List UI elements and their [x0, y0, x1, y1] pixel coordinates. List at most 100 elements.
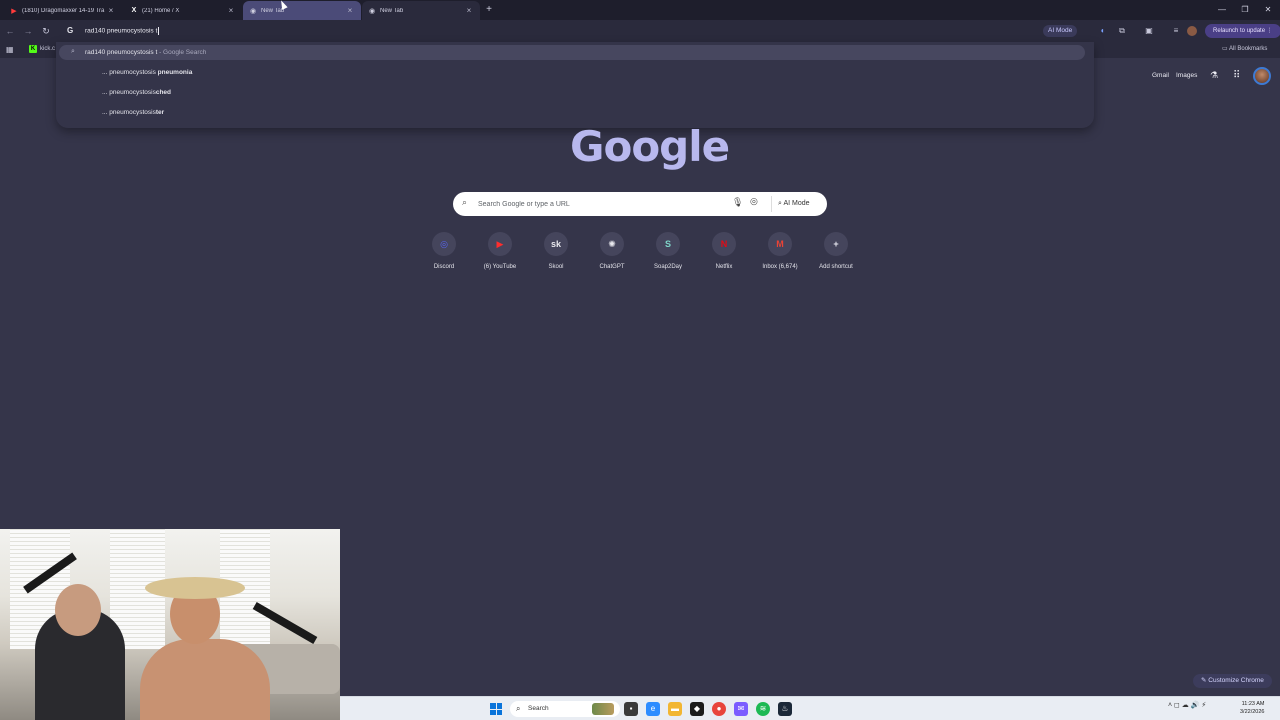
relaunch-label: Relaunch to update [1213, 28, 1266, 34]
tab-x-home[interactable]: X (21) Home / X × [124, 1, 242, 20]
steam-icon[interactable]: ♨ [778, 702, 792, 716]
suggestion-completion: pneumonia [157, 69, 193, 76]
shortcut-favicon-icon: ✺ [600, 232, 624, 256]
google-g-icon: G [67, 26, 74, 35]
messenger-icon[interactable]: ✉ [734, 702, 748, 716]
close-icon[interactable]: × [106, 6, 116, 15]
shortcut-tile[interactable]: S Soap2Day [640, 232, 696, 278]
search-input[interactable] [478, 196, 718, 212]
shortcut-tile[interactable]: ▶ (6) YouTube [472, 232, 528, 278]
task-view-icon[interactable]: ▪ [624, 702, 638, 716]
shortcut-favicon-icon: M [768, 232, 792, 256]
x-icon: X [131, 7, 137, 14]
tab-label: (21) Home / X [142, 7, 180, 14]
edge-icon[interactable]: e [646, 702, 660, 716]
shortcut-label: Skool [548, 264, 564, 270]
microphone-icon[interactable]: 🎙 [732, 197, 743, 208]
chrome-icon: ◉ [249, 7, 257, 15]
shortcut-label: ChatGPT [599, 264, 625, 270]
chrome-icon: ◉ [368, 7, 376, 15]
system-tray[interactable]: ˄ ◻ ☁ 🔊 ⚡ [1168, 701, 1206, 709]
side-panel-icon[interactable]: ▣ [1143, 25, 1155, 37]
windows-taskbar: ⌕ Search ▪ e ▬ ◆ ● ✉ ≋ ♨ ˄ ◻ ☁ 🔊 ⚡ 11:23 … [340, 696, 1280, 720]
search-box[interactable]: ⌕ 🎙 ◎ ⌕ AI Mode [453, 192, 827, 216]
spotify-icon[interactable]: ≋ [756, 702, 770, 716]
images-link[interactable]: Images [1176, 72, 1197, 79]
all-bookmarks[interactable]: ▭ All Bookmarks [1222, 45, 1267, 52]
apps-grid-icon[interactable]: ▦ [6, 45, 14, 54]
shortcut-label: (6) YouTube [483, 264, 517, 270]
taskbar-clock[interactable]: 11:23 AM 3/22/2026 [1240, 700, 1264, 716]
tab-new-tab-1[interactable]: ◉ New Tab × [243, 1, 361, 20]
chrome-taskbar-icon[interactable]: ● [712, 702, 726, 716]
add-icon: + [824, 232, 848, 256]
suggestion-prefix: ... pneumocystosis [102, 69, 158, 76]
bookmark-label: kick.c [40, 46, 55, 52]
shortcut-favicon-icon: N [712, 232, 736, 256]
tab-youtube[interactable]: ▶ (1810) Dragomaxxer 14-19 Tra × [4, 1, 122, 20]
person-right [140, 639, 270, 720]
shortcut-favicon-icon: ◎ [432, 232, 456, 256]
bookmark-kick[interactable]: Kkick.c [29, 45, 55, 53]
relaunch-button[interactable]: Relaunch to update ⋮ [1205, 24, 1280, 38]
labs-flask-icon[interactable]: ⚗ [1210, 70, 1218, 81]
shortcut-favicon-icon: sk [544, 232, 568, 256]
suggestion-prefix: ... pneumocystosis [102, 89, 156, 96]
file-explorer-icon[interactable]: ▬ [668, 702, 682, 716]
ai-mode-search-button[interactable]: ⌕ AI Mode [771, 196, 816, 212]
shortcut-tile[interactable]: sk Skool [528, 232, 584, 278]
media-icon[interactable]: ≡ [1170, 25, 1182, 37]
customize-chrome-button[interactable]: ✎ Customize Chrome [1193, 674, 1272, 688]
tab-label: New Tab [261, 7, 285, 14]
ai-mode-label: AI Mode [1048, 27, 1073, 34]
person-left-head [55, 584, 101, 636]
webcam-overlay [0, 529, 340, 720]
shortcut-tile[interactable]: M Inbox (6,674) [752, 232, 808, 278]
google-apps-icon[interactable]: ⠿ [1233, 70, 1240, 81]
reload-icon[interactable]: ↻ [40, 25, 52, 37]
windows-start-icon[interactable] [490, 703, 502, 715]
suggestion-item[interactable]: ... pneumocystosisched [102, 89, 171, 96]
tab-strip: ▶ (1810) Dragomaxxer 14-19 Tra × X (21) … [0, 0, 1280, 20]
minimize-icon[interactable]: — [1216, 4, 1228, 16]
extensions-puzzle-icon[interactable]: ⧉ [1116, 25, 1128, 37]
shortcut-tile[interactable]: ◎ Discord [416, 232, 472, 278]
ai-mode-button[interactable]: AI Mode [1043, 25, 1078, 37]
close-icon[interactable]: × [345, 6, 355, 15]
gmail-link[interactable]: Gmail [1152, 72, 1169, 79]
suggestion-item[interactable]: ... pneumocystosis pneumonia [102, 69, 192, 76]
forward-icon[interactable]: → [22, 25, 34, 37]
back-icon[interactable]: ← [4, 25, 16, 37]
shortcut-label: Discord [433, 264, 455, 270]
extension-icon[interactable]: ◐ [1097, 25, 1109, 37]
app-icon[interactable]: ◆ [690, 702, 704, 716]
new-tab-button[interactable]: + [483, 4, 495, 16]
customize-label: Customize Chrome [1208, 677, 1264, 684]
suggestion-item[interactable]: ... pneumocystosister [102, 109, 164, 116]
shortcut-tile[interactable]: N Netflix [696, 232, 752, 278]
restore-icon[interactable]: ❐ [1239, 4, 1251, 16]
lens-camera-icon[interactable]: ◎ [750, 196, 758, 207]
suggestion-query: rad140 pneumocystosis t [85, 49, 158, 56]
close-window-icon[interactable]: ✕ [1262, 4, 1274, 16]
omnibox-input[interactable]: rad140 pneumocystosis t [85, 27, 160, 35]
tab-new-tab-2[interactable]: ◉ New Tab × [362, 1, 480, 20]
profile-avatar-icon[interactable] [1187, 26, 1197, 36]
close-icon[interactable]: × [464, 6, 474, 15]
suggestion-suffix: - Google Search [157, 49, 207, 56]
avatar[interactable] [1253, 67, 1271, 85]
omnibox-dropdown: ⌕ rad140 pneumocystosis t - Google Searc… [56, 42, 1094, 128]
text-caret [158, 27, 160, 35]
suggestion-google-search[interactable]: ⌕ rad140 pneumocystosis t - Google Searc… [59, 45, 1085, 60]
tab-label: New Tab [380, 7, 404, 14]
shortcut-tile[interactable]: ✺ ChatGPT [584, 232, 640, 278]
search-icon: ⌕ [462, 197, 468, 207]
shortcut-tile[interactable]: + Add shortcut [808, 232, 864, 278]
cowboy-hat [145, 577, 245, 599]
close-icon[interactable]: × [226, 6, 236, 15]
shortcut-label: Soap2Day [653, 264, 683, 270]
ai-mode-label: AI Mode [783, 200, 810, 207]
shortcut-label: Netflix [715, 264, 733, 270]
google-logo: Google [570, 122, 730, 171]
search-icon: ⌕ [71, 48, 75, 55]
